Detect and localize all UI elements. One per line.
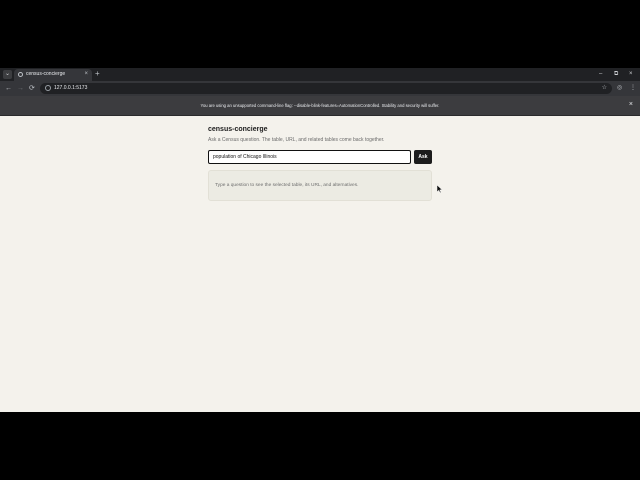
infobar-close-icon[interactable]: × — [629, 101, 633, 109]
browser-menu-icon[interactable]: ⋮ — [630, 84, 636, 92]
tab-census-concierge[interactable]: census-concierge × — [14, 69, 92, 81]
browser-toolbar: ← → ⟳ 127.0.0.1:5173 ☆ ◎ ⋮ — [0, 81, 640, 96]
window-close-icon[interactable]: × — [629, 70, 633, 78]
tab-title: census-concierge — [26, 71, 66, 77]
globe-icon — [18, 72, 23, 77]
mouse-cursor-icon — [437, 185, 443, 193]
bookmark-star-icon[interactable]: ☆ — [602, 84, 607, 92]
ask-button[interactable]: Ask — [414, 150, 432, 164]
address-url: 127.0.0.1:5173 — [54, 85, 88, 91]
back-arrow-icon[interactable]: ← — [5, 84, 12, 93]
tab-strip: ⌄ census-concierge × + – ⧉ × — [0, 68, 640, 81]
reload-icon[interactable]: ⟳ — [29, 84, 35, 93]
account-icon[interactable]: ◎ — [617, 84, 622, 92]
warning-infobar: You are using an unsupported command-lin… — [0, 96, 640, 116]
result-placeholder: Type a question to see the selected tabl… — [215, 183, 359, 188]
restore-icon[interactable]: ⧉ — [614, 70, 618, 78]
forward-arrow-icon[interactable]: → — [17, 84, 24, 93]
minimize-icon[interactable]: – — [599, 70, 602, 78]
result-panel: Type a question to see the selected tabl… — [208, 170, 432, 201]
browser-window: ⌄ census-concierge × + – ⧉ × ← → ⟳ 127.0… — [0, 68, 640, 412]
infobar-message: You are using an unsupported command-lin… — [200, 103, 440, 108]
new-tab-button[interactable]: + — [95, 69, 100, 79]
page-content: census-concierge Ask a Census question. … — [0, 116, 640, 412]
tab-close-icon[interactable]: × — [84, 71, 88, 78]
page-subtitle: Ask a Census question. The table, URL, a… — [208, 137, 385, 143]
address-bar[interactable]: 127.0.0.1:5173 ☆ — [40, 83, 612, 94]
page-title: census-concierge — [208, 126, 268, 133]
question-input[interactable] — [208, 150, 411, 164]
site-info-icon[interactable] — [45, 85, 51, 91]
tab-search-button[interactable]: ⌄ — [3, 70, 12, 79]
